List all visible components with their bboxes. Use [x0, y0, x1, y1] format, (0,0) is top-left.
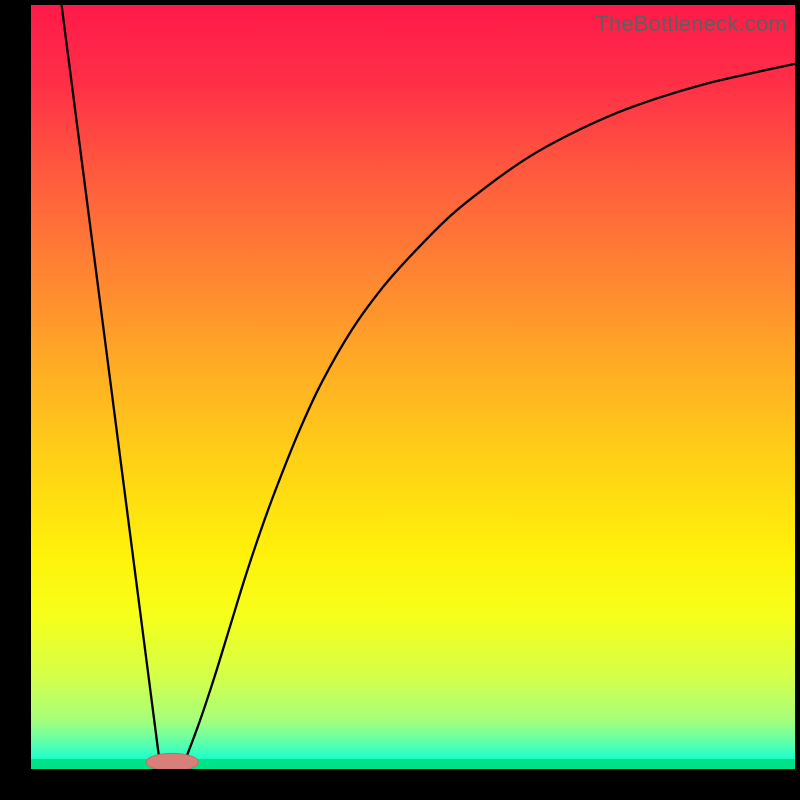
watermark-text: TheBottleneck.com: [595, 11, 787, 37]
chart-frame: TheBottleneck.com: [31, 5, 795, 769]
plot-svg: [31, 5, 795, 769]
green-baseline-strip: [31, 759, 795, 769]
bottleneck-marker: [146, 753, 198, 769]
